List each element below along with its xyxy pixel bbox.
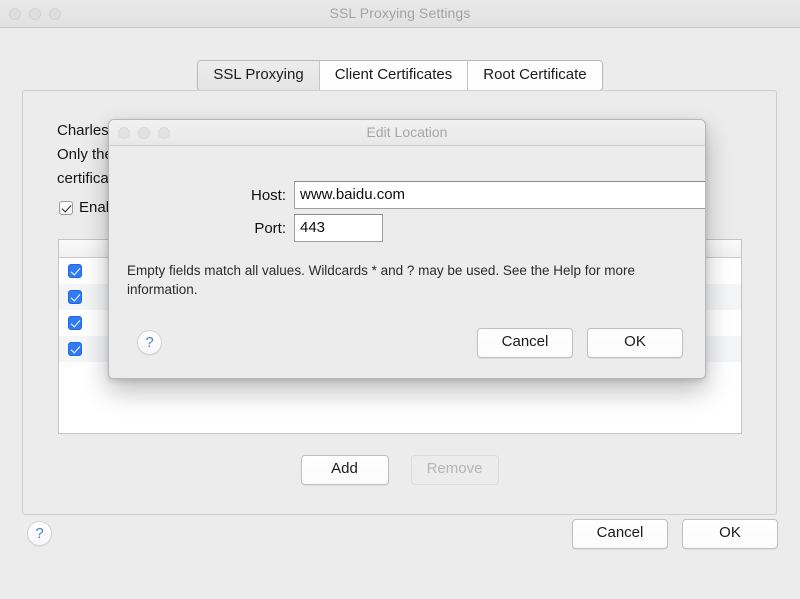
row-enabled-checkbox[interactable] [68, 264, 82, 278]
tab-client-certificates[interactable]: Client Certificates [319, 61, 469, 90]
edit-location-dialog: Edit Location Host: Port: Empty fields m… [108, 119, 706, 379]
enable-ssl-proxying-checkbox[interactable] [59, 200, 73, 215]
cancel-button[interactable]: Cancel [572, 519, 668, 549]
dialog-actions: Cancel OK [477, 328, 683, 358]
ok-button[interactable]: OK [682, 519, 778, 549]
dialog-titlebar: Edit Location [109, 120, 705, 146]
row-enabled-checkbox[interactable] [68, 342, 82, 356]
host-input[interactable] [294, 181, 705, 209]
remove-button: Remove [410, 455, 499, 485]
host-label: Host: [250, 186, 286, 204]
port-field-row: Port: [109, 214, 383, 242]
tab-root-certificate[interactable]: Root Certificate [468, 61, 602, 90]
tab-ssl-proxying[interactable]: SSL Proxying [198, 61, 320, 90]
help-icon[interactable]: ? [27, 521, 52, 546]
dialog-cancel-button[interactable]: Cancel [477, 328, 573, 358]
dialog-title: Edit Location [366, 124, 448, 140]
window-title: SSL Proxying Settings [329, 5, 471, 21]
dialog-ok-button[interactable]: OK [587, 328, 683, 358]
port-input[interactable] [294, 214, 383, 242]
tab-group: SSL Proxying Client Certificates Root Ce… [197, 60, 603, 91]
row-enabled-checkbox[interactable] [68, 290, 82, 304]
list-action-buttons: Add Remove [23, 455, 776, 485]
row-enabled-checkbox[interactable] [68, 316, 82, 330]
port-label: Port: [254, 219, 286, 237]
window-actions: Cancel OK [572, 519, 778, 549]
window-titlebar: SSL Proxying Settings [0, 0, 800, 28]
host-field-row: Host: [109, 181, 705, 209]
tab-bar: SSL Proxying Client Certificates Root Ce… [0, 60, 800, 91]
window-bottom-bar: ? Cancel OK [0, 515, 800, 599]
dialog-footer: ? Cancel OK [109, 318, 705, 378]
dialog-hint-text: Empty fields match all values. Wildcards… [127, 263, 635, 297]
add-button[interactable]: Add [300, 455, 389, 485]
dialog-help-icon[interactable]: ? [137, 330, 162, 355]
